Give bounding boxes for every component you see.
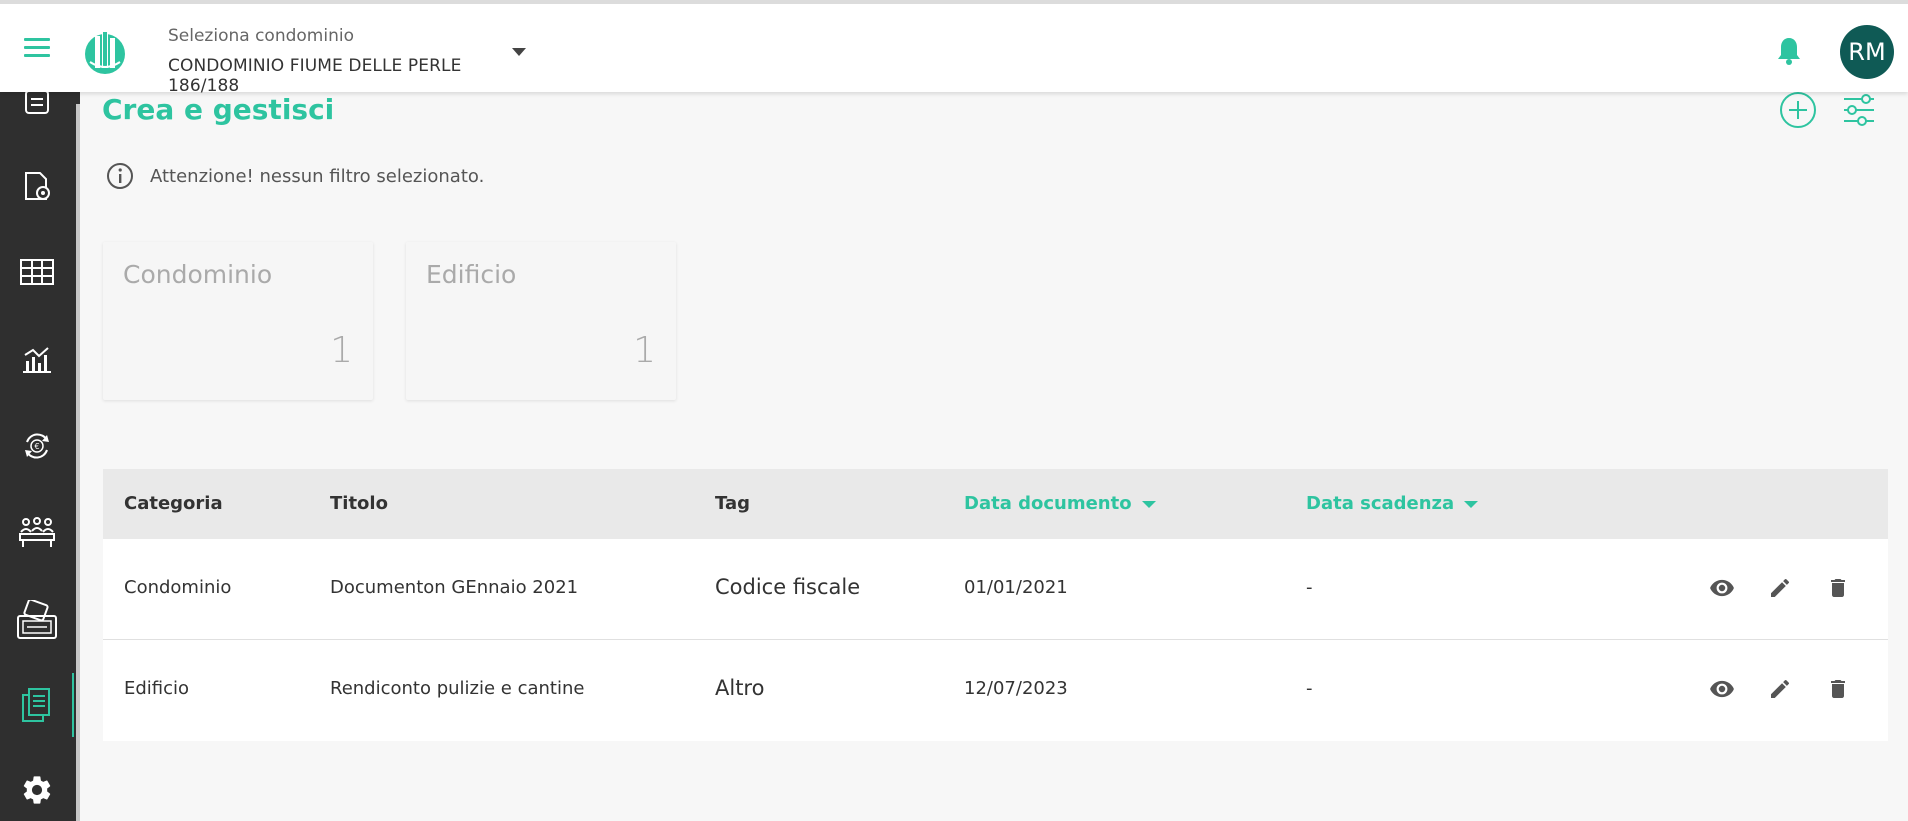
cell-data-scadenza: - (1306, 577, 1313, 598)
sidebar-item-settings[interactable] (0, 758, 74, 821)
filter-settings-icon[interactable] (1842, 93, 1876, 127)
sidebar-item-euro-exchange[interactable]: € (0, 414, 74, 478)
euro-exchange-icon: € (25, 433, 49, 459)
svg-text:€: € (34, 442, 39, 451)
gear-icon (23, 776, 51, 804)
top-bar: Seleziona condominio CONDOMINIO FIUME DE… (0, 0, 1908, 96)
cell-titolo: Documenton GEnnaio 2021 (330, 577, 579, 598)
sort-arrow-icon (1141, 500, 1156, 508)
table-header: Categoria Titolo Tag Data documento Data… (103, 469, 1888, 539)
card-title: Edificio (426, 260, 517, 289)
card-value: 1 (633, 330, 656, 371)
cell-categoria: Edificio (124, 678, 190, 699)
bell-icon[interactable] (1776, 36, 1802, 66)
no-filter-text: Attenzione! nessun filtro selezionato. (150, 165, 485, 187)
trash-icon (1831, 680, 1845, 698)
cell-titolo: Rendiconto pulizie e cantine (330, 678, 585, 699)
sidebar-item-payments[interactable] (0, 588, 74, 652)
sidebar-item-chart[interactable] (0, 327, 74, 391)
info-icon (107, 163, 133, 189)
sidebar-item-table[interactable] (0, 240, 74, 304)
trash-icon (1831, 579, 1845, 597)
delete-button[interactable] (1824, 574, 1852, 602)
sidebar-item-document-settings[interactable] (0, 154, 74, 218)
cell-data-scadenza: - (1306, 678, 1313, 699)
header-data-documento-label: Data documento (964, 493, 1132, 514)
list-icon (25, 90, 49, 114)
table-row[interactable]: Edificio Rendiconto pulizie e cantine Al… (103, 640, 1888, 741)
cell-tag: Altro (715, 676, 765, 700)
view-button[interactable] (1708, 574, 1736, 602)
header-data-scadenza[interactable]: Data scadenza (1306, 493, 1479, 514)
page-title: Crea e gestisci (102, 93, 335, 126)
header-titolo: Titolo (330, 493, 388, 514)
cell-tag: Codice fiscale (715, 575, 861, 599)
summary-card-edificio[interactable]: Edificio 1 (406, 242, 676, 400)
eye-icon (1710, 579, 1734, 597)
cell-data-documento: 01/01/2021 (964, 577, 1068, 598)
table-row[interactable]: Condominio Documenton GEnnaio 2021 Codic… (103, 539, 1888, 640)
people-meeting-icon (19, 517, 55, 547)
header-data-documento[interactable]: Data documento (964, 493, 1156, 514)
app-logo (85, 28, 125, 74)
sidebar-item-meeting[interactable] (0, 500, 74, 564)
pencil-icon (1771, 578, 1790, 597)
add-icon[interactable] (1779, 91, 1817, 129)
avatar-initials: RM (1848, 38, 1886, 66)
sidebar: € (0, 90, 80, 821)
documents-icon (22, 688, 50, 722)
sidebar-item-documents[interactable] (0, 673, 74, 737)
summary-card-condominio[interactable]: Condominio 1 (103, 242, 373, 400)
header-data-scadenza-label: Data scadenza (1306, 493, 1455, 514)
no-filter-notice: Attenzione! nessun filtro selezionato. (106, 162, 484, 190)
chart-icon (23, 347, 51, 373)
header-tag: Tag (715, 493, 750, 514)
chevron-down-icon[interactable] (512, 48, 526, 56)
cell-categoria: Condominio (124, 577, 232, 598)
condominium-select-label: Seleziona condominio (168, 26, 354, 46)
edit-button[interactable] (1766, 675, 1794, 703)
sidebar-scrollbar[interactable] (76, 104, 80, 821)
pencil-icon (1771, 679, 1790, 698)
document-settings-icon (25, 172, 50, 200)
eye-icon (1710, 680, 1734, 698)
condominium-select-value: CONDOMINIO FIUME DELLE PERLE 186/188 (168, 56, 462, 96)
menu-icon[interactable] (24, 38, 50, 58)
card-value: 1 (330, 330, 353, 371)
sort-arrow-icon (1464, 500, 1479, 508)
avatar[interactable]: RM (1840, 25, 1894, 79)
cell-data-documento: 12/07/2023 (964, 678, 1068, 699)
payment-card-icon (17, 600, 57, 639)
header-categoria: Categoria (124, 493, 223, 514)
card-title: Condominio (123, 260, 273, 289)
view-button[interactable] (1708, 675, 1736, 703)
delete-button[interactable] (1824, 675, 1852, 703)
table-icon (20, 259, 54, 285)
condominium-select[interactable]: Seleziona condominio CONDOMINIO FIUME DE… (168, 26, 538, 96)
edit-button[interactable] (1766, 574, 1794, 602)
documents-table: Categoria Titolo Tag Data documento Data… (103, 469, 1888, 741)
